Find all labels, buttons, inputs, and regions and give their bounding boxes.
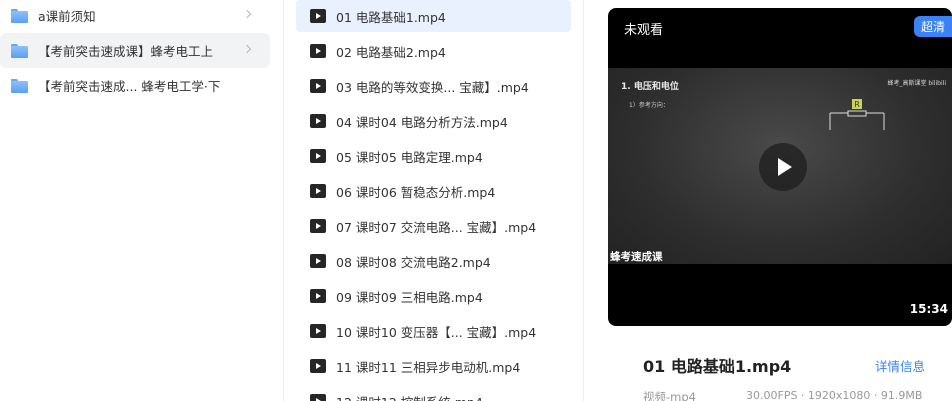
file-title: 01 电路基础1.mp4 bbox=[643, 357, 792, 376]
video-file-icon bbox=[310, 9, 326, 23]
file-item[interactable]: 07 课时07 交流电路... 宝藏】.mp4 bbox=[296, 210, 571, 242]
resistor-label: R bbox=[854, 100, 860, 109]
file-list: 01 电路基础1.mp4 02 电路基础2.mp4 03 电路的等效变换... 宝藏… bbox=[284, 0, 584, 401]
file-label: 03 电路的等效变换... 宝藏】.mp4 bbox=[336, 79, 529, 95]
file-item[interactable]: 12 课时12 控制系统.mp4 bbox=[296, 385, 571, 401]
quality-badge[interactable]: 超清 bbox=[913, 16, 952, 37]
file-spec: 30.00FPS · 1920x1080 · 91.9MB bbox=[746, 389, 923, 401]
folder-item[interactable]: a课前须知 bbox=[0, 0, 270, 33]
folder-label: a课前须知 bbox=[38, 9, 96, 24]
folder-icon bbox=[11, 8, 28, 23]
file-item[interactable]: 01 电路基础1.mp4 bbox=[296, 0, 571, 32]
video-file-icon bbox=[310, 394, 326, 401]
video-frame: 1. 电压和电位 1）参考方向： 蜂考_高斯课堂 bilibili R 蜂考速成… bbox=[608, 68, 952, 264]
frame-subtitle: 1）参考方向： bbox=[629, 102, 669, 109]
video-file-icon bbox=[310, 289, 326, 303]
video-file-icon bbox=[310, 324, 326, 338]
video-duration: 15:34 bbox=[909, 302, 948, 316]
details-link[interactable]: 详情信息 bbox=[875, 356, 925, 375]
file-label: 04 课时04 电路分析方法.mp4 bbox=[336, 114, 508, 130]
file-item[interactable]: 05 课时05 电路定理.mp4 bbox=[296, 140, 571, 172]
file-label: 11 课时11 三相异步电动机.mp4 bbox=[336, 359, 521, 375]
file-item[interactable]: 02 电路基础2.mp4 bbox=[296, 35, 571, 67]
play-icon bbox=[778, 158, 792, 176]
video-preview[interactable]: 未观看 超清 1. 电压和电位 1）参考方向： 蜂考_高斯课堂 bilibili… bbox=[608, 8, 952, 326]
file-label: 10 课时10 变压器【... 宝藏】.mp4 bbox=[336, 324, 537, 340]
video-file-icon bbox=[310, 44, 326, 58]
video-file-icon bbox=[310, 254, 326, 268]
folder-icon bbox=[11, 78, 28, 93]
folder-list: a课前须知【考前突击速成课】蜂考电工上 【考前突击速成... 蜂考电工学·下 bbox=[0, 0, 284, 401]
circuit-diagram: R bbox=[829, 99, 885, 130]
file-label: 06 课时06 暂稳态分析.mp4 bbox=[336, 184, 496, 200]
folder-item[interactable]: 【考前突击速成... 蜂考电工学·下 bbox=[0, 68, 270, 103]
frame-title: 1. 电压和电位 bbox=[621, 82, 679, 92]
chevron-right-icon bbox=[242, 9, 252, 19]
frame-brand: 蜂考_高斯课堂 bilibili bbox=[887, 80, 946, 87]
file-type: 视频-mp4 bbox=[643, 390, 696, 401]
watch-status: 未观看 bbox=[624, 23, 664, 38]
play-button[interactable] bbox=[759, 143, 807, 191]
video-file-icon bbox=[310, 219, 326, 233]
file-label: 09 课时09 三相电路.mp4 bbox=[336, 289, 483, 305]
video-file-icon bbox=[310, 359, 326, 373]
file-item[interactable]: 08 课时08 交流电路2.mp4 bbox=[296, 245, 571, 277]
file-item[interactable]: 03 电路的等效变换... 宝藏】.mp4 bbox=[296, 70, 571, 102]
file-label: 01 电路基础1.mp4 bbox=[336, 9, 446, 25]
file-item[interactable]: 06 课时06 暂稳态分析.mp4 bbox=[296, 175, 571, 207]
video-file-icon bbox=[310, 184, 326, 198]
folder-item[interactable]: 【考前突击速成课】蜂考电工上 bbox=[0, 33, 270, 68]
file-item[interactable]: 11 课时11 三相异步电动机.mp4 bbox=[296, 350, 571, 382]
file-label: 12 课时12 控制系统.mp4 bbox=[336, 392, 483, 401]
video-file-icon bbox=[310, 79, 326, 93]
file-item[interactable]: 10 课时10 变压器【... 宝藏】.mp4 bbox=[296, 315, 571, 347]
file-label: 02 电路基础2.mp4 bbox=[336, 44, 446, 60]
folder-label: 【考前突击速成... 蜂考电工学·下 bbox=[38, 79, 221, 94]
file-label: 07 课时07 交流电路... 宝藏】.mp4 bbox=[336, 219, 537, 235]
video-file-icon bbox=[310, 149, 326, 163]
file-item[interactable]: 09 课时09 三相电路.mp4 bbox=[296, 280, 571, 312]
frame-banner: 蜂考速成课 bbox=[610, 251, 663, 263]
folder-icon bbox=[11, 43, 28, 58]
folder-label: 【考前突击速成课】蜂考电工上 bbox=[38, 44, 214, 59]
video-file-icon bbox=[310, 114, 326, 128]
chevron-right-icon bbox=[242, 44, 252, 54]
file-label: 05 课时05 电路定理.mp4 bbox=[336, 149, 483, 165]
file-label: 08 课时08 交流电路2.mp4 bbox=[336, 254, 491, 270]
file-item[interactable]: 04 课时04 电路分析方法.mp4 bbox=[296, 105, 571, 137]
